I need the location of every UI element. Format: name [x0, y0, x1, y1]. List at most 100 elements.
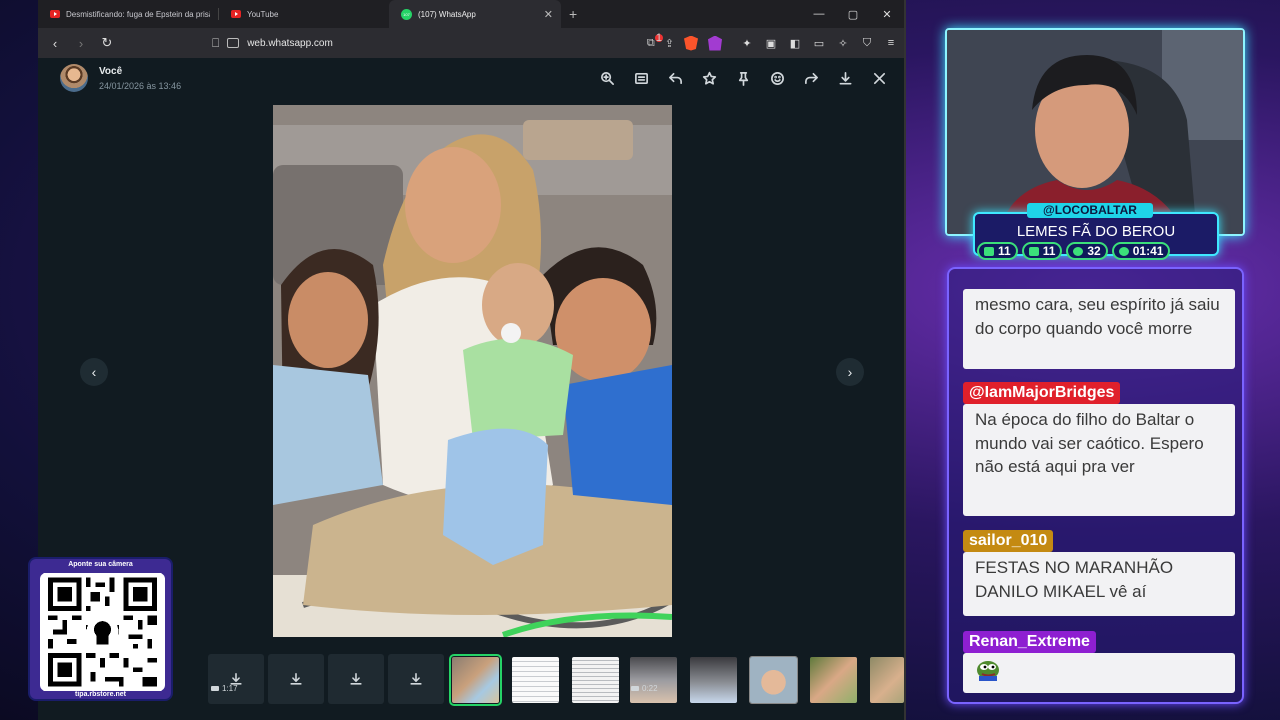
- browser-toolbar: ‹ › ↻ ⎕ web.whatsapp.com ⧉ ⇪ 1 ✦ ▣ ◧ ▭ ✧…: [38, 28, 904, 58]
- whatsapp-icon: 107: [401, 8, 412, 20]
- video-camera-icon: [631, 686, 639, 691]
- zoom-in-button[interactable]: [596, 67, 618, 89]
- thumbnail-photo[interactable]: [870, 657, 904, 703]
- tab-title: (107) WhatsApp: [418, 9, 476, 19]
- pin-button[interactable]: [732, 67, 754, 89]
- stream-stats: 11 11 32 01:41: [977, 242, 1171, 260]
- close-tab-icon[interactable]: ✕: [544, 8, 553, 21]
- family-photo-illustration: [273, 105, 672, 637]
- avatar[interactable]: [60, 64, 88, 92]
- pepe-emote: [977, 661, 999, 681]
- wallet-icon[interactable]: ▭: [810, 32, 828, 54]
- chat-message-emote: [963, 653, 1235, 693]
- tab-youtube[interactable]: YouTube: [219, 0, 389, 28]
- forward-button[interactable]: [800, 67, 822, 89]
- tab-title: Desmistificando: fuga de Epstein da pris…: [66, 9, 210, 19]
- qr-url: tipa.rbstore.net: [75, 691, 126, 698]
- kick-viewers-stat: 32: [1066, 242, 1108, 260]
- uptime-stat: 01:41: [1111, 242, 1171, 260]
- reload-button[interactable]: ↻: [96, 32, 118, 54]
- install-app-icon[interactable]: ⧉: [647, 37, 655, 50]
- download-icon: [410, 672, 422, 685]
- viewer-actions: [596, 67, 890, 89]
- qr-code-pattern: [43, 573, 162, 691]
- sent-timestamp: 24/01/2026 às 13:46: [99, 81, 182, 91]
- viewer-header: Você 24/01/2026 às 13:46: [38, 58, 904, 100]
- address-bar[interactable]: ⎕ web.whatsapp.com ⧉ ⇪ 1: [208, 32, 728, 54]
- tab-epstein-video[interactable]: Desmistificando: fuga de Epstein da pris…: [38, 0, 218, 28]
- thumbnail-photo[interactable]: [810, 657, 857, 703]
- thumbnail-document[interactable]: [512, 657, 559, 703]
- thumbnail-video[interactable]: [630, 657, 677, 703]
- vpn-icon[interactable]: ⛉: [858, 32, 876, 54]
- close-viewer-button[interactable]: [868, 67, 890, 89]
- next-media-button[interactable]: ›: [836, 358, 864, 386]
- screenshot-icon[interactable]: ▣: [762, 32, 780, 54]
- leo-ai-icon[interactable]: ✧: [834, 32, 852, 54]
- chat-message-text: mesmo cara, seu espírito já saiu do corp…: [963, 289, 1235, 369]
- tab-bar: Desmistificando: fuga de Epstein da pris…: [38, 0, 904, 28]
- forward-button[interactable]: ›: [70, 32, 92, 54]
- download-icon: [290, 672, 302, 685]
- thumbnail-download[interactable]: [268, 654, 324, 704]
- download-icon: [350, 672, 362, 685]
- download-icon: [839, 71, 851, 84]
- zoom-in-icon: [600, 71, 614, 85]
- download-button[interactable]: [834, 67, 856, 89]
- reply-icon: [668, 72, 682, 84]
- stream-scene: Desmistificando: fuga de Epstein da pris…: [0, 0, 1280, 720]
- star-button[interactable]: [698, 67, 720, 89]
- chat-username: sailor_010: [963, 530, 1054, 552]
- previous-media-button[interactable]: ‹: [80, 358, 108, 386]
- chat-username: Renan_Extreme: [963, 631, 1096, 653]
- twitch-viewers-stat: 11: [977, 242, 1018, 260]
- forward-icon: [804, 72, 818, 84]
- star-icon: [702, 71, 716, 85]
- share-icon[interactable]: ⇪: [665, 37, 674, 50]
- chat-username: @IamMajorBridges: [963, 382, 1121, 404]
- qr-donation-widget: Aponte sua câmera tipa.rbstore.net: [28, 557, 173, 701]
- thumbnail-download[interactable]: [328, 654, 384, 704]
- react-button[interactable]: [766, 67, 788, 89]
- thumbnail-selected[interactable]: [449, 654, 502, 706]
- thumbnail-download[interactable]: [208, 654, 264, 704]
- brave-rewards-icon[interactable]: [708, 35, 722, 51]
- window-controls: — ▢ ✕: [802, 0, 904, 28]
- pin-icon: [738, 71, 748, 86]
- new-tab-button[interactable]: +: [569, 6, 577, 22]
- streamer-handle: @LOCOBALTAR: [1027, 203, 1153, 218]
- site-info-icon[interactable]: [227, 38, 240, 48]
- reply-button[interactable]: [664, 67, 686, 89]
- extensions-icon[interactable]: ✦: [738, 32, 756, 54]
- twitch-icon: [984, 246, 994, 256]
- brave-shields-icon[interactable]: [684, 35, 698, 51]
- close-window-button[interactable]: ✕: [870, 0, 904, 28]
- tab-title: YouTube: [247, 9, 279, 19]
- caption-button[interactable]: [630, 67, 652, 89]
- youtube-viewers-stat: 11: [1021, 242, 1063, 260]
- youtube-icon: [1028, 246, 1039, 256]
- sidebar-icon[interactable]: ◧: [786, 32, 804, 54]
- menu-icon[interactable]: ≡: [882, 32, 900, 54]
- back-button[interactable]: ‹: [44, 32, 66, 54]
- stream-chat: mesmo cara, seu espírito já saiu do corp…: [947, 267, 1244, 704]
- caption-icon: [634, 72, 648, 84]
- qr-code[interactable]: [40, 573, 165, 691]
- kick-icon: [1073, 246, 1084, 256]
- video-duration: 0:22: [631, 684, 658, 693]
- thumbnail-photo[interactable]: [690, 657, 737, 703]
- maximize-button[interactable]: ▢: [836, 0, 870, 28]
- notification-badge: 1: [654, 32, 663, 44]
- minimize-button[interactable]: —: [802, 0, 836, 28]
- bookmark-icon[interactable]: ⎕: [212, 36, 219, 51]
- thumbnail-download[interactable]: [388, 654, 444, 704]
- clock-icon: [1118, 246, 1129, 256]
- family-photo: [273, 105, 672, 637]
- tab-whatsapp[interactable]: 107 (107) WhatsApp ✕: [389, 0, 561, 28]
- close-icon: [873, 72, 885, 84]
- browser-tools: ✦ ▣ ◧ ▭ ✧ ⛉ ≡: [738, 32, 900, 54]
- thumbnail-document[interactable]: [572, 657, 619, 703]
- qr-title: Aponte sua câmera: [68, 561, 133, 568]
- thumbnail-photo[interactable]: [749, 656, 798, 704]
- sender-name: Você: [99, 66, 123, 77]
